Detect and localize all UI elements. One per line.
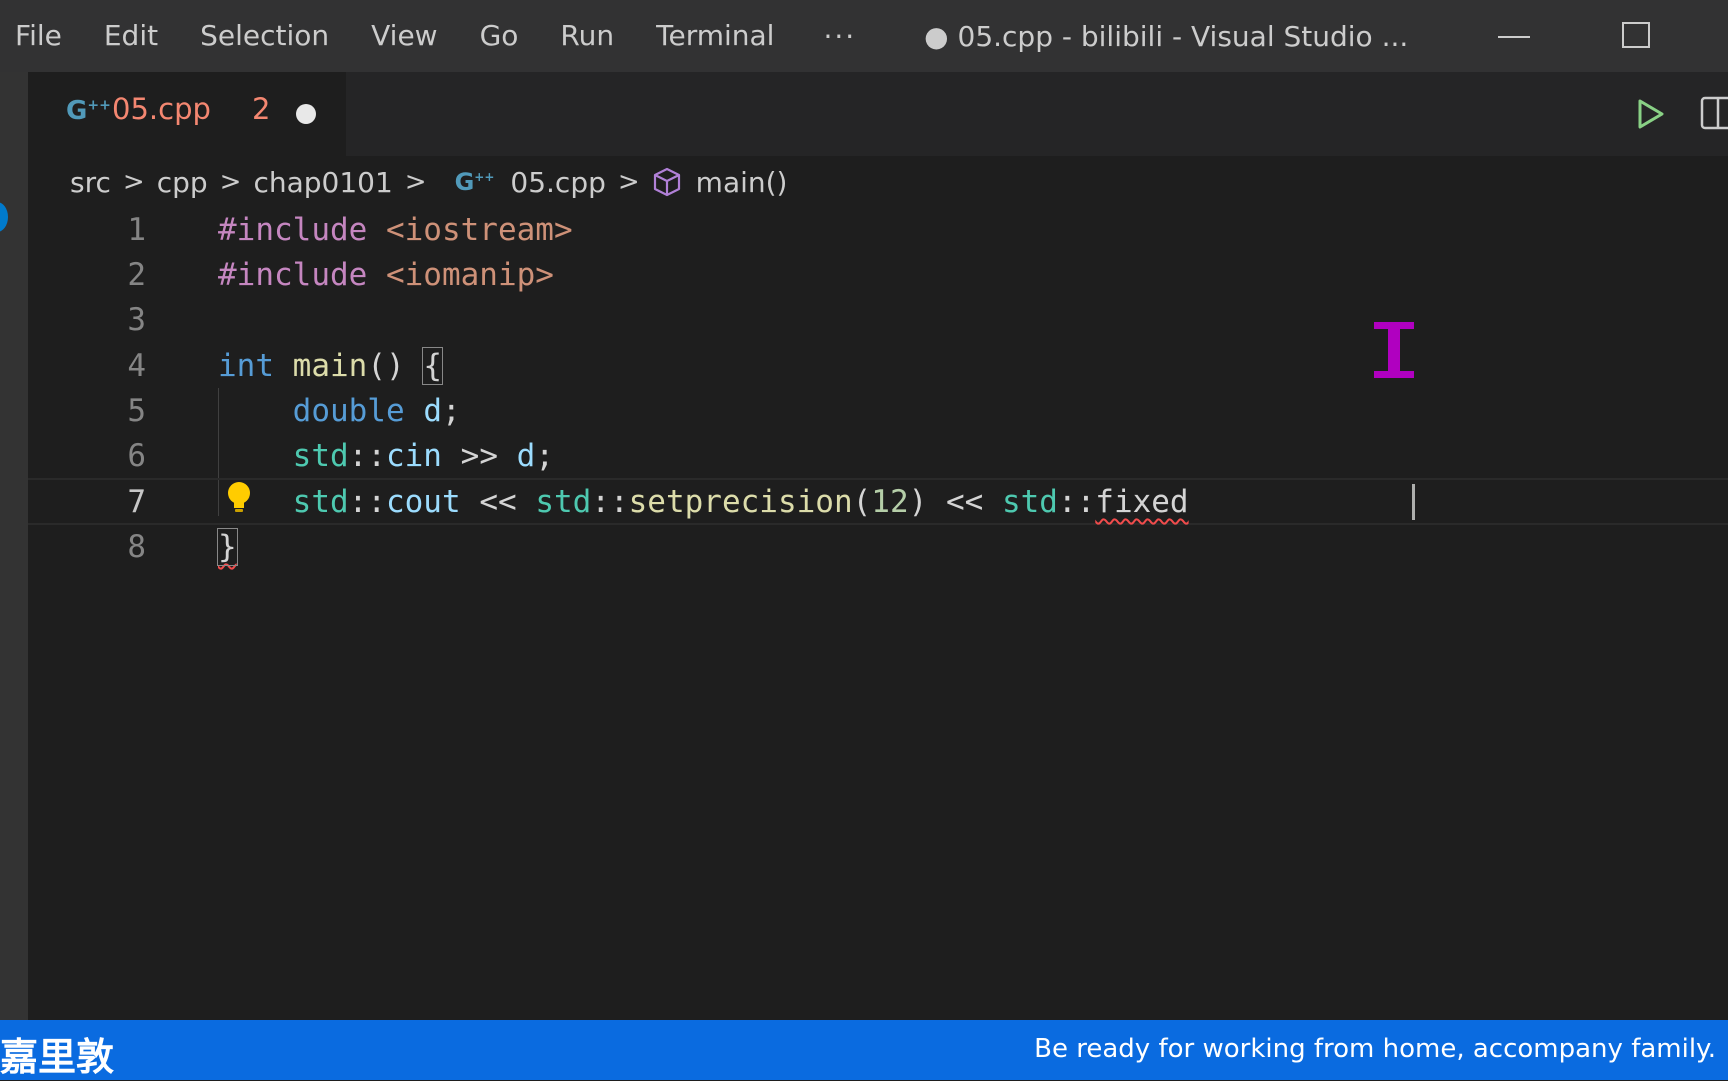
token-function: setprecision xyxy=(628,484,853,520)
menu-file[interactable]: File xyxy=(0,0,83,72)
token-scope: :: xyxy=(348,484,386,520)
ibeam-cursor-icon xyxy=(1374,322,1414,378)
token-scope: :: xyxy=(1057,484,1096,520)
code-text: int main() { xyxy=(218,344,443,389)
token-namespace: std xyxy=(292,438,349,474)
chevron-right-icon: > xyxy=(219,167,242,197)
code-line-current[interactable]: 7 std::cout << std::setprecision(12) << … xyxy=(28,478,1728,525)
token-keyword: double xyxy=(292,393,405,429)
token-function: main xyxy=(292,348,368,384)
chevron-right-icon: > xyxy=(617,167,640,197)
token-preprocessor: #include xyxy=(218,212,368,248)
code-text: std::cin >> d; xyxy=(218,434,554,479)
code-line[interactable]: 6 std::cin >> d; xyxy=(28,434,1728,479)
token-operator: << xyxy=(479,484,517,520)
line-number: 4 xyxy=(127,348,146,384)
breadcrumb-chap0101[interactable]: chap0101 xyxy=(253,166,392,199)
breadcrumb-cpp[interactable]: cpp xyxy=(157,166,208,199)
breadcrumb: src > cpp > chap0101 > G++ 05.cpp > main… xyxy=(28,156,1728,208)
line-number: 8 xyxy=(127,529,146,565)
line-number: 2 xyxy=(127,257,146,293)
token-operator: >> xyxy=(460,438,498,474)
token-preprocessor: #include xyxy=(218,257,368,293)
code-editor[interactable]: 1 #include <iostream> 2 #include <iomani… xyxy=(28,208,1728,1020)
banner-slogan: Be ready for working from home, accompan… xyxy=(1034,1034,1716,1064)
code-text: } xyxy=(217,525,238,570)
menu-go[interactable]: Go xyxy=(459,0,540,72)
menu-terminal[interactable]: Terminal xyxy=(635,0,795,72)
token-number: 12 xyxy=(871,484,909,520)
menu-edit[interactable]: Edit xyxy=(83,0,179,72)
maximize-button[interactable] xyxy=(1622,22,1650,48)
activity-indicator[interactable] xyxy=(0,202,8,232)
code-line[interactable]: 5 double d; xyxy=(28,389,1728,434)
line-number: 7 xyxy=(127,484,146,520)
menu-run[interactable]: Run xyxy=(539,0,635,72)
code-text: std::cout << std::setprecision(12) << st… xyxy=(218,480,1189,525)
line-number: 3 xyxy=(127,302,146,338)
code-line[interactable]: 1 #include <iostream> xyxy=(28,208,1728,253)
code-text: #include <iostream> xyxy=(218,208,573,253)
minimize-button[interactable] xyxy=(1498,22,1534,50)
token-variable: d xyxy=(423,393,442,429)
token-namespace: std xyxy=(1001,484,1058,520)
token-scope: :: xyxy=(348,438,386,474)
token-semicolon: ; xyxy=(441,393,461,429)
channel-name: 嘉里敦 xyxy=(0,1034,115,1079)
chevron-right-icon: > xyxy=(122,167,145,197)
code-line[interactable]: 4 int main() { xyxy=(28,344,1728,389)
problems-count-badge: 2 xyxy=(252,92,271,126)
cpp-file-icon: G++ xyxy=(66,96,111,126)
token-paren: () xyxy=(367,348,405,384)
menu-selection[interactable]: Selection xyxy=(179,0,350,72)
split-editor-icon[interactable] xyxy=(1700,96,1728,130)
token-keyword: int xyxy=(218,348,274,384)
token-variable: cout xyxy=(385,484,461,520)
run-icon[interactable] xyxy=(1634,98,1666,130)
code-text: #include <iomanip> xyxy=(218,253,554,298)
token-paren: ( xyxy=(852,484,872,520)
token-variable: d xyxy=(516,438,536,474)
breadcrumb-file[interactable]: 05.cpp xyxy=(510,166,605,199)
menu-view[interactable]: View xyxy=(350,0,458,72)
token-paren: ) xyxy=(908,484,928,520)
video-banner: 嘉里敦 Be ready for working from home, acco… xyxy=(0,1020,1728,1080)
breadcrumb-src[interactable]: src xyxy=(70,166,111,199)
tab-label: 05.cpp xyxy=(112,92,211,126)
code-line[interactable]: 3 xyxy=(28,298,1728,343)
cpp-file-icon: G++ xyxy=(454,168,495,196)
menu-bar: File Edit Selection View Go Run Terminal… xyxy=(0,0,884,72)
line-number: 1 xyxy=(127,212,146,248)
breadcrumb-symbol[interactable]: main() xyxy=(696,166,788,199)
code-text: double d; xyxy=(218,389,461,434)
symbol-method-cube-icon xyxy=(653,167,680,197)
token-error-identifier: fixed xyxy=(1095,484,1189,520)
activity-bar xyxy=(0,72,28,1020)
tab-05-cpp[interactable]: G++ 05.cpp 2 xyxy=(28,72,346,156)
token-namespace: std xyxy=(535,484,592,520)
window-title: ● 05.cpp - bilibili - Visual Studio ... xyxy=(924,19,1409,53)
chevron-right-icon: > xyxy=(404,167,427,197)
token-scope: :: xyxy=(591,484,629,520)
lightbulb-icon[interactable] xyxy=(224,480,254,516)
code-line[interactable]: 8 } xyxy=(28,525,1728,570)
title-bar: File Edit Selection View Go Run Terminal… xyxy=(0,0,1728,72)
token-operator: << xyxy=(945,484,984,520)
token-brace: } xyxy=(217,528,238,566)
token-header: <iostream> xyxy=(385,212,573,248)
token-brace: { xyxy=(422,347,443,385)
text-cursor xyxy=(1412,484,1415,520)
token-namespace: std xyxy=(292,484,349,520)
token-variable: cin xyxy=(385,438,442,474)
code-line[interactable]: 2 #include <iomanip> xyxy=(28,253,1728,298)
menu-more-button[interactable]: ··· xyxy=(795,20,884,53)
line-number: 5 xyxy=(127,393,146,429)
line-number: 6 xyxy=(127,438,146,474)
token-semicolon: ; xyxy=(535,438,554,474)
unsaved-dot-icon[interactable] xyxy=(296,104,316,124)
tab-bar: G++ 05.cpp 2 xyxy=(28,72,1728,156)
token-header: <iomanip> xyxy=(385,257,554,293)
